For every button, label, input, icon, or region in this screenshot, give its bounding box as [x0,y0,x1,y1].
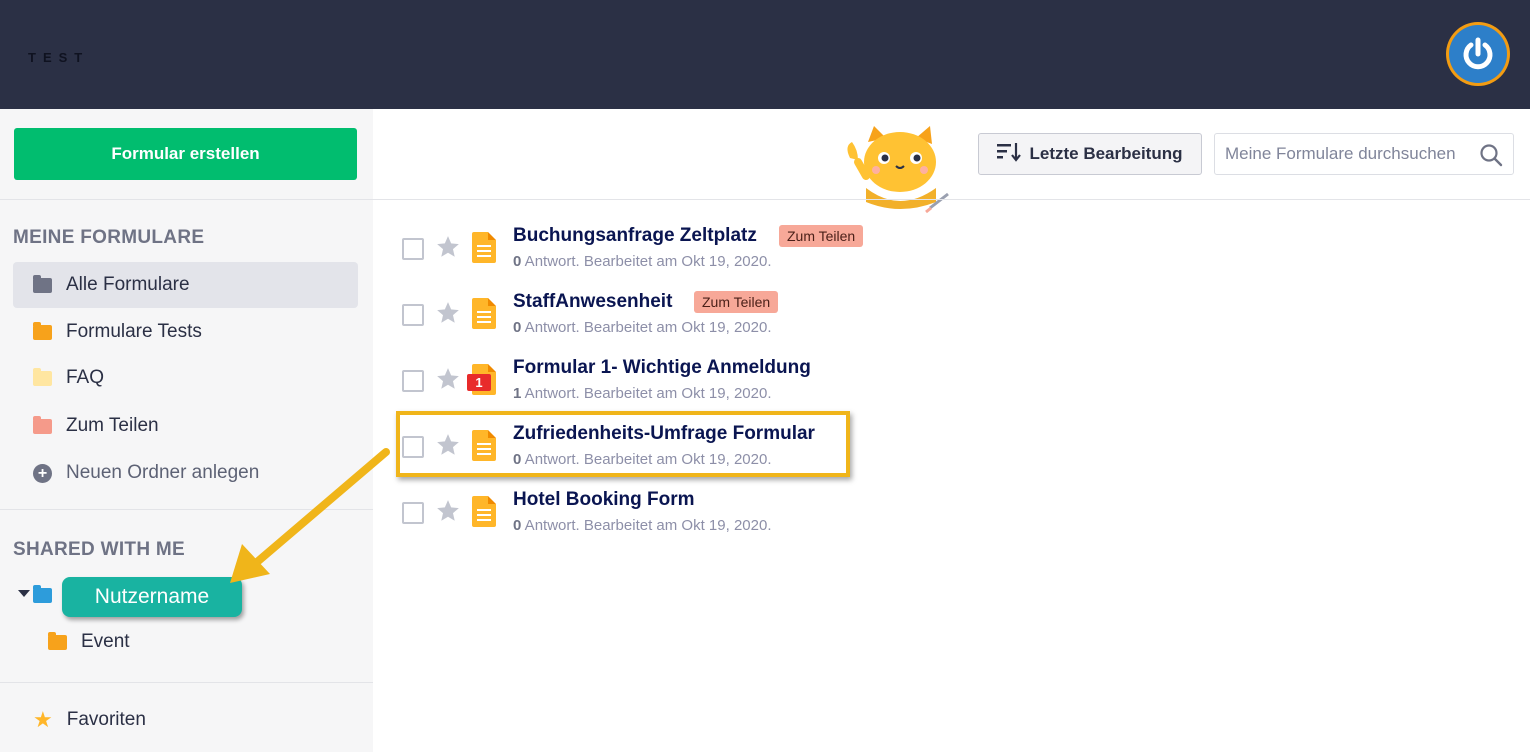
favorite-star-icon[interactable] [435,234,461,265]
form-title[interactable]: Formular 1- Wichtige Anmeldung [513,357,811,379]
sidebar-item-favorites[interactable]: ★ Favoriten [13,697,358,743]
search-input[interactable] [1225,134,1475,174]
row-checkbox[interactable] [402,370,424,392]
top-bar: TEST [0,0,1530,109]
favorite-star-icon[interactable] [435,366,461,397]
create-form-button[interactable]: Formular erstellen [14,128,357,180]
folder-icon [33,274,52,293]
expand-caret-icon[interactable] [18,590,30,597]
row-checkbox[interactable] [402,304,424,326]
brand-logo[interactable]: TEST [28,50,89,65]
sidebar-item-label: Zum Teilen [66,415,159,436]
folder-icon [48,631,67,650]
search-box [1214,133,1514,175]
sidebar-item-label: Formulare Tests [66,321,202,342]
my-forms-title: MEINE FORMULARE [13,227,205,248]
form-document-icon [472,298,496,329]
folder-tag[interactable]: Zum Teilen [694,291,779,313]
form-row[interactable]: StaffAnwesenheit Zum Teilen 0 Antwort. B… [400,290,1100,350]
shared-user-label[interactable]: Nutzername [62,577,242,617]
new-submission-badge: 1 [467,374,491,391]
favorite-star-icon[interactable] [435,300,461,331]
folder-icon [33,367,52,386]
folder-tag[interactable]: Zum Teilen [779,225,864,247]
form-row[interactable]: 1 Formular 1- Wichtige Anmeldung 1 Antwo… [400,356,1100,416]
sort-button[interactable]: Letzte Bearbeitung [978,133,1202,175]
sort-icon [997,142,1022,167]
shared-with-me-title: SHARED WITH ME [13,539,186,560]
shared-folder-icon[interactable] [33,585,52,603]
sidebar-divider [0,682,373,683]
sidebar-item-faq[interactable]: FAQ [13,355,358,401]
sort-label: Letzte Bearbeitung [1029,144,1183,163]
row-checkbox[interactable] [402,238,424,260]
form-meta: 1 Antwort. Bearbeitet am Okt 19, 2020. [513,385,772,402]
sidebar-divider [0,199,373,200]
plus-icon: + [33,463,52,483]
form-document-icon [472,496,496,527]
star-icon: ★ [33,707,53,732]
user-avatar[interactable] [1446,22,1510,86]
form-row[interactable]: Buchungsanfrage Zeltplatz Zum Teilen 0 A… [400,224,1100,284]
sidebar-item-event[interactable]: Event [28,619,358,665]
form-row[interactable]: Hotel Booking Form 0 Antwort. Bearbeitet… [400,488,1100,548]
form-meta: 0 Antwort. Bearbeitet am Okt 19, 2020. [513,319,772,336]
folder-icon [33,415,52,434]
form-title[interactable]: Buchungsanfrage Zeltplatz [513,225,757,247]
folder-icon [33,321,52,340]
form-meta: 0 Antwort. Bearbeitet am Okt 19, 2020. [513,253,772,270]
form-title[interactable]: Hotel Booking Form [513,489,695,511]
header-divider [373,199,1530,200]
power-icon [1449,25,1507,83]
search-icon[interactable] [1479,143,1503,172]
sidebar: Formular erstellen MEINE FORMULARE Alle … [0,109,373,752]
favorite-star-icon[interactable] [435,498,461,529]
podo-mascot-icon [836,124,956,229]
sidebar-item-form-tests[interactable]: Formulare Tests [13,309,358,355]
form-document-icon [472,232,496,263]
form-title[interactable]: StaffAnwesenheit [513,291,672,313]
sidebar-item-label: Alle Formulare [66,274,190,295]
form-meta: 0 Antwort. Bearbeitet am Okt 19, 2020. [513,517,772,534]
sidebar-item-label: Favoriten [66,709,146,730]
row-checkbox[interactable] [402,502,424,524]
highlight-box [396,411,850,477]
annotation-arrow-icon [230,448,390,583]
sidebar-item-label: FAQ [66,367,105,388]
sidebar-item-label: Event [81,631,130,652]
sidebar-item-all-forms[interactable]: Alle Formulare [13,262,358,308]
